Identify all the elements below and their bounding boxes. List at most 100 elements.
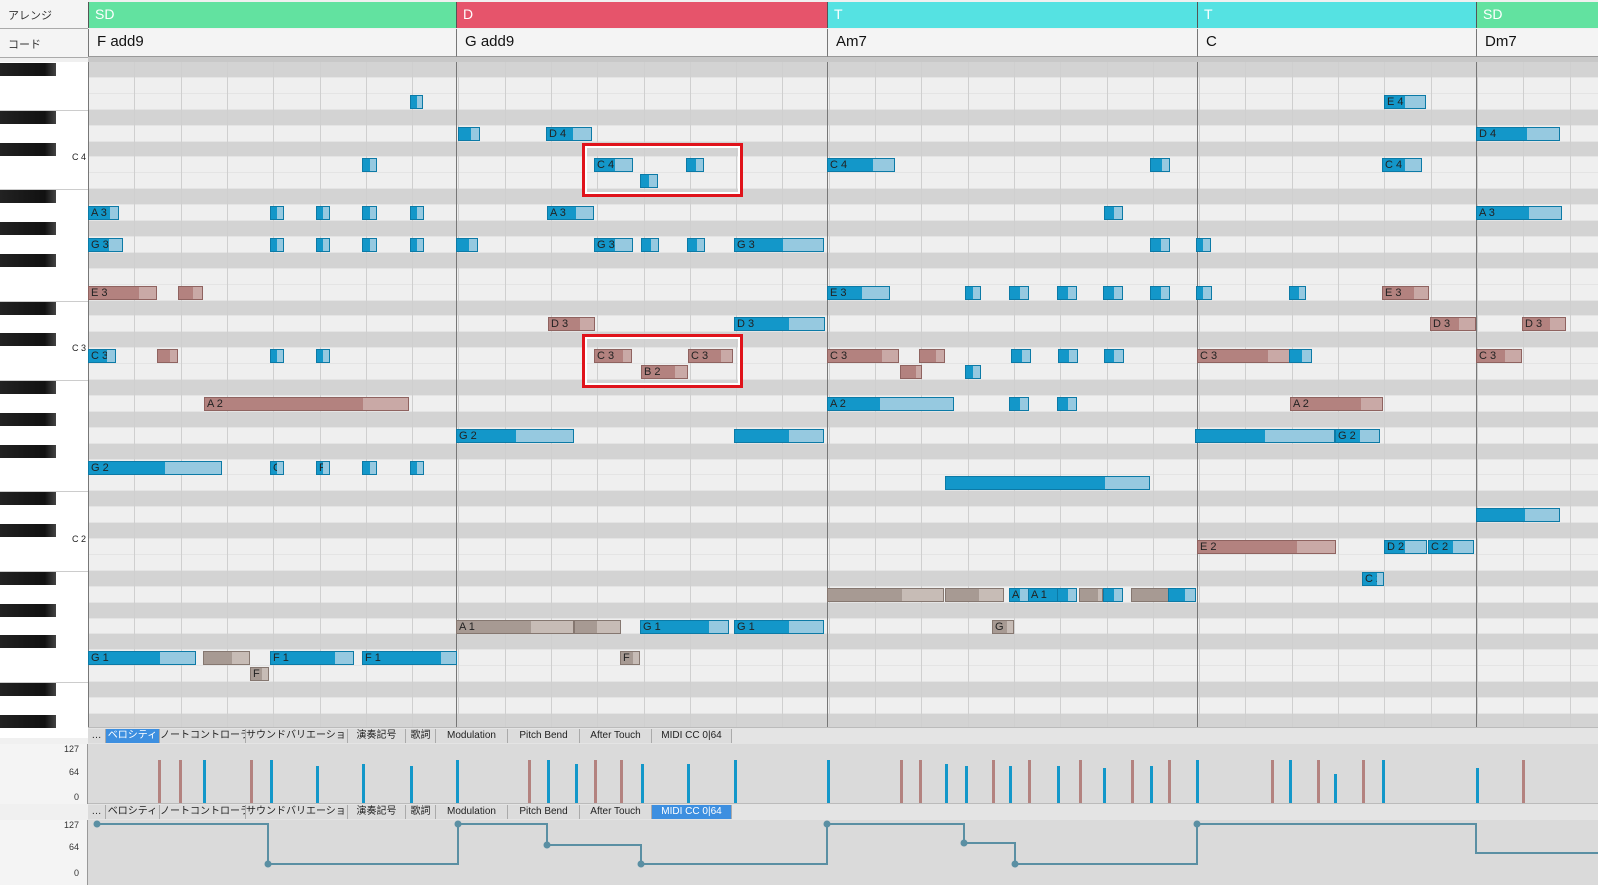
velocity-bar[interactable]	[1317, 760, 1320, 804]
black-key[interactable]	[0, 445, 56, 458]
midi-note[interactable]: C 3	[1476, 349, 1522, 363]
tab-more[interactable]: …	[88, 805, 106, 819]
velocity-bar[interactable]	[827, 760, 830, 804]
midi-note[interactable]: G 3	[88, 238, 123, 252]
tab-controller[interactable]: ベロシティ	[106, 729, 160, 743]
cc-point[interactable]	[1193, 820, 1201, 828]
velocity-bar[interactable]	[575, 764, 578, 804]
midi-note[interactable]: D 2	[1384, 540, 1427, 554]
tab-controller[interactable]: ノートコントローラー	[160, 805, 246, 819]
midi-note[interactable]: E 2	[1197, 540, 1336, 554]
velocity-bar[interactable]	[1522, 760, 1525, 804]
black-key[interactable]	[0, 572, 56, 585]
tab-controller[interactable]: 歌詞	[406, 729, 436, 743]
midi-note[interactable]	[316, 206, 330, 220]
chord-block[interactable]: Dm7	[1476, 29, 1598, 57]
midi-note[interactable]: F 1	[250, 667, 269, 681]
velocity-bar[interactable]	[1150, 766, 1153, 804]
midi-note[interactable]	[456, 238, 478, 252]
midi-note[interactable]: A 1	[456, 620, 574, 634]
midi-note[interactable]	[316, 238, 330, 252]
arrange-block-sd[interactable]: SD	[88, 2, 456, 28]
midi-note[interactable]	[1150, 158, 1170, 172]
black-key[interactable]	[0, 381, 56, 394]
midi-note[interactable]	[945, 588, 1004, 602]
midi-note[interactable]	[641, 238, 659, 252]
midi-note[interactable]: C 2	[1428, 540, 1474, 554]
tab-controller[interactable]: After Touch	[580, 729, 652, 743]
velocity-bar[interactable]	[687, 764, 690, 804]
midi-note[interactable]: G 2	[270, 461, 284, 475]
midi-note[interactable]: G 1	[992, 620, 1014, 634]
velocity-bar[interactable]	[179, 760, 182, 804]
velocity-bar[interactable]	[362, 764, 365, 804]
midi-note[interactable]: D 3	[548, 317, 595, 331]
midi-note[interactable]: D 4	[546, 127, 592, 141]
velocity-lane[interactable]	[88, 744, 1598, 804]
midi-note[interactable]: D 3	[1430, 317, 1476, 331]
tab-controller[interactable]: サウンドバリエーション	[246, 729, 348, 743]
velocity-bar[interactable]	[270, 760, 273, 804]
midi-note[interactable]	[1009, 286, 1029, 300]
velocity-bar[interactable]	[1168, 760, 1171, 804]
midi-note[interactable]	[362, 461, 377, 475]
black-key[interactable]	[0, 302, 56, 315]
black-key[interactable]	[0, 222, 56, 235]
midi-note[interactable]: G 2	[1335, 429, 1380, 443]
cc-point[interactable]	[264, 860, 272, 868]
velocity-bar[interactable]	[456, 760, 459, 804]
arrange-block-t[interactable]: T	[827, 2, 1197, 28]
cc-point[interactable]	[823, 820, 831, 828]
midi-note[interactable]: E 4	[1384, 95, 1426, 109]
velocity-bar[interactable]	[316, 766, 319, 804]
black-key[interactable]	[0, 683, 56, 696]
velocity-bar[interactable]	[945, 764, 948, 804]
black-key[interactable]	[0, 333, 56, 346]
midi-note[interactable]	[362, 206, 377, 220]
midi-note[interactable]	[178, 286, 203, 300]
black-key[interactable]	[0, 143, 56, 156]
tab-controller[interactable]: MIDI CC 0|64	[652, 729, 732, 743]
black-key[interactable]	[0, 190, 56, 203]
velocity-bar[interactable]	[203, 760, 206, 804]
velocity-bar[interactable]	[1079, 760, 1082, 804]
cc-point[interactable]	[93, 820, 101, 828]
black-key[interactable]	[0, 63, 56, 76]
midi-note[interactable]: G 2	[88, 461, 222, 475]
velocity-bar[interactable]	[919, 760, 922, 804]
midi-note[interactable]	[362, 238, 377, 252]
cc-point[interactable]	[543, 841, 551, 849]
midi-note[interactable]	[458, 127, 480, 141]
midi-note[interactable]	[965, 286, 981, 300]
midi-note[interactable]	[945, 476, 1150, 490]
velocity-bar[interactable]	[594, 760, 597, 804]
midi-note[interactable]	[410, 461, 424, 475]
velocity-bar[interactable]	[992, 760, 995, 804]
velocity-bar[interactable]	[1057, 766, 1060, 804]
midi-note[interactable]: A 2	[1290, 397, 1383, 411]
chord-block[interactable]: G add9	[456, 29, 827, 57]
arrange-block-d[interactable]: D	[456, 2, 827, 28]
velocity-bar[interactable]	[1103, 768, 1106, 804]
velocity-bar[interactable]	[620, 760, 623, 804]
tab-controller[interactable]: Pitch Bend	[508, 729, 580, 743]
midi-note[interactable]: F 1	[270, 651, 354, 665]
black-key[interactable]	[0, 635, 56, 648]
chord-block[interactable]: C	[1197, 29, 1476, 57]
midi-note[interactable]	[965, 365, 981, 379]
tab-controller[interactable]: After Touch	[580, 805, 652, 819]
tab-controller[interactable]: MIDI CC 0|64	[652, 805, 732, 819]
midi-note[interactable]	[1103, 588, 1123, 602]
midi-note[interactable]	[900, 365, 922, 379]
midi-note[interactable]	[1009, 397, 1029, 411]
midi-note[interactable]	[362, 158, 377, 172]
midi-note[interactable]: E 3	[1382, 286, 1429, 300]
tab-controller[interactable]: Modulation	[436, 805, 508, 819]
midi-note[interactable]: C 4	[1382, 158, 1422, 172]
midi-note[interactable]	[1104, 349, 1124, 363]
midi-note[interactable]: E 3	[827, 286, 890, 300]
midi-note[interactable]: D 4	[1476, 127, 1560, 141]
midi-note[interactable]	[1103, 286, 1123, 300]
velocity-bar[interactable]	[1289, 760, 1292, 804]
velocity-bar[interactable]	[900, 760, 903, 804]
